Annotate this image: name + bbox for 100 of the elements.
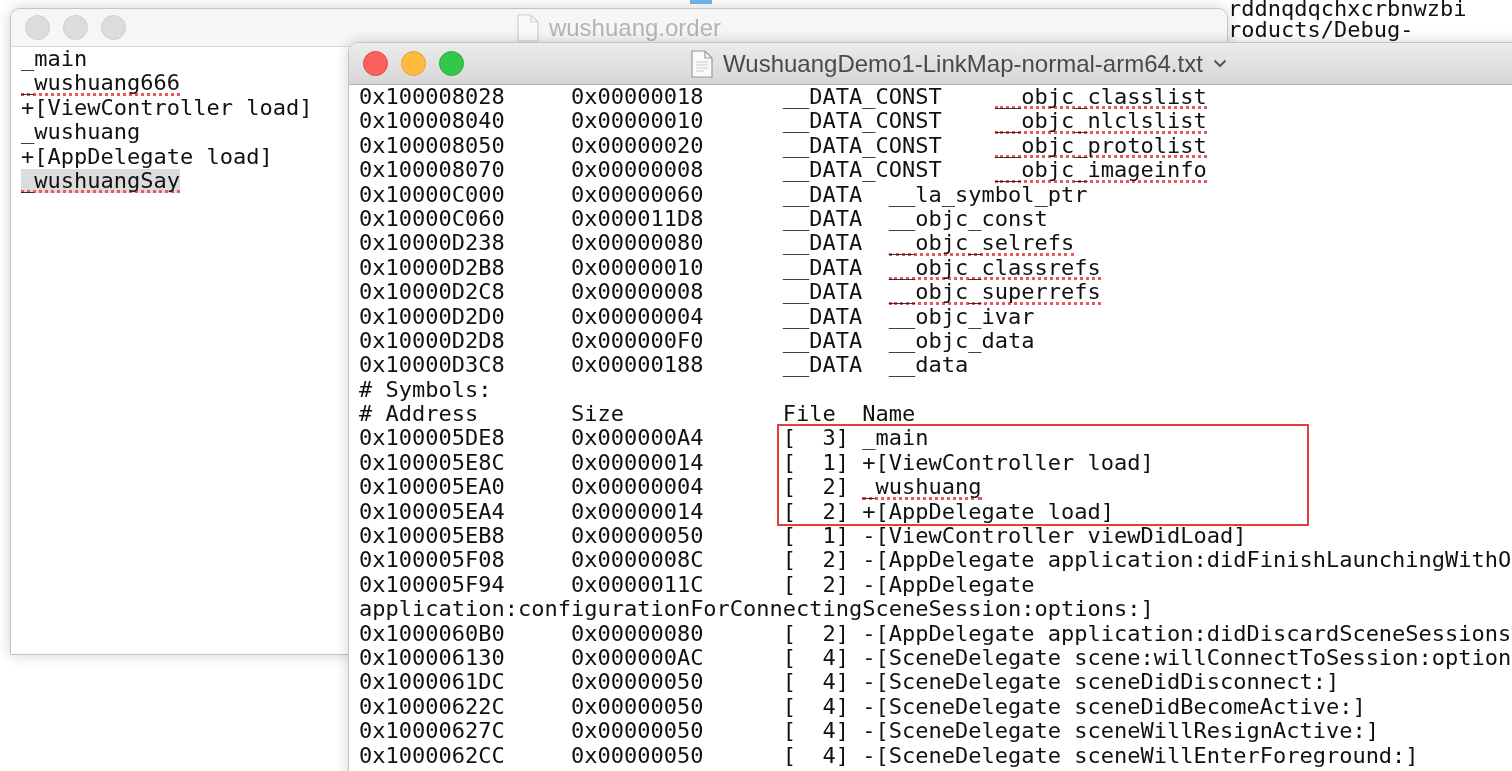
address-text: 0x100006130 (359, 646, 506, 671)
segment-text: __DATA (782, 255, 864, 281)
symbol-name-text: +[ViewController load] (862, 450, 1154, 476)
segment-text: __DATA_CONST (782, 158, 943, 183)
segment-text: __DATA_CONST (782, 109, 943, 134)
symbol-name-text: -[AppDelegate application:didFinishLaunchingWithO (862, 548, 1512, 573)
file-index-text: [ 4] (782, 646, 851, 671)
section-name-text: __objc_nlclslist (994, 109, 1207, 134)
address-text: 0x100005EA0 (359, 475, 506, 500)
order-line: _wushuang666 (21, 71, 180, 96)
size-text: 0x00000010 (570, 255, 705, 281)
segment-text: __DATA_CONST (782, 133, 943, 159)
symbol-name-text: _wushuang (862, 475, 982, 500)
order-line: _wushuang (21, 120, 141, 145)
window-title: WushuangDemo1-LinkMap-normal-arm64.txt (723, 49, 1203, 78)
file-index-text: [ 2] (782, 475, 851, 500)
address-text: 0x10000C000 (359, 182, 506, 207)
size-text: 0x00000010 (570, 109, 705, 134)
size-text: 0x00000050 (570, 670, 705, 695)
address-text: 0x100005EA4 (359, 499, 506, 525)
path-text: roducts/Debug- (1228, 19, 1414, 40)
section-name-text: __objc_classlist (994, 85, 1207, 110)
zoom-button[interactable] (439, 51, 464, 76)
symbol-name-text: +[AppDelegate load] (862, 499, 1114, 525)
symbol-name-text: -[SceneDelegate sceneWillResignActive:] (862, 719, 1379, 744)
window-title: wushuang.order (548, 13, 722, 42)
address-text: 0x10000622C (359, 694, 506, 720)
address-text: 0x10000D3C8 (359, 353, 506, 378)
section-name-text: __objc_selrefs (888, 231, 1075, 256)
column-header: File (782, 402, 837, 427)
address-text: 0x100008050 (359, 133, 506, 159)
segment-text: __DATA (782, 182, 863, 207)
zoom-button[interactable] (101, 15, 126, 40)
size-text: 0x00000050 (570, 524, 705, 549)
address-text: 0x100008070 (359, 158, 506, 183)
section-name-text: __objc_superrefs (888, 280, 1101, 305)
symbol-name-text: -[SceneDelegate scene:willConnectToSession:option (862, 646, 1512, 671)
address-text: 0x10000D2B8 (359, 255, 506, 281)
comment-text: # Symbols: (359, 377, 492, 403)
path-text: rddnqdqchxcrbnwzbi (1228, 0, 1467, 19)
section-name-text: __data (888, 353, 969, 378)
minimize-button[interactable] (401, 51, 426, 76)
address-text: 0x100005DE8 (359, 426, 506, 451)
size-text: 0x000011D8 (570, 206, 705, 232)
address-text: 0x1000060B0 (359, 621, 506, 646)
address-text: 0x100005E8C (359, 450, 506, 476)
size-text: 0x000000AC (570, 646, 705, 671)
chevron-down-icon[interactable] (1212, 59, 1227, 68)
address-text: 0x100005F94 (359, 572, 506, 598)
segment-text: __DATA (782, 280, 864, 305)
segment-text: __DATA (782, 328, 864, 354)
address-text: 0x1000061DC (359, 670, 506, 695)
file-index-text: [ 1] (782, 524, 851, 549)
column-header: # Address (359, 402, 480, 427)
minimize-button[interactable] (63, 15, 88, 40)
order-line: _main (21, 47, 88, 72)
section-name-text: __objc_data (888, 328, 1035, 354)
address-text: 0x10000C060 (359, 206, 506, 232)
size-text: 0x000000F0 (570, 328, 705, 354)
size-text: 0x00000080 (570, 621, 705, 646)
size-text: 0x00000050 (570, 743, 705, 768)
file-index-text: [ 4] (782, 694, 851, 720)
size-text: 0x00000014 (570, 499, 705, 525)
segment-text: __DATA_CONST (782, 85, 943, 110)
size-text: 0x00000008 (570, 280, 705, 305)
address-text: 0x10000D2C8 (359, 280, 506, 305)
size-text: 0x000000A4 (570, 426, 705, 451)
symbol-name-text: -[AppDelegate application:didDiscardSceneSessions (862, 621, 1512, 646)
section-name-text: __objc_imageinfo (994, 158, 1207, 183)
size-text: 0x00000188 (570, 353, 705, 378)
file-index-text: [ 3] (782, 426, 851, 451)
column-header: Name (862, 402, 916, 427)
size-text: 0x00000060 (570, 182, 705, 207)
size-text: 0x00000014 (570, 450, 705, 476)
address-text: 0x100005F08 (359, 548, 506, 573)
file-index-text: [ 1] (782, 450, 851, 476)
section-name-text: __la_symbol_ptr (888, 182, 1088, 207)
symbol-name-text: -[SceneDelegate sceneDidDisconnect:] (862, 670, 1340, 695)
address-text: 0x100005EB8 (359, 524, 506, 549)
size-text: 0x00000020 (570, 133, 705, 159)
address-text: 0x100008028 (359, 85, 506, 110)
size-text: 0x00000008 (570, 158, 705, 183)
file-index-text: [ 2] (782, 499, 851, 525)
symbol-name-text: _main (862, 426, 929, 451)
size-text: 0x00000050 (570, 719, 705, 744)
size-text: 0x00000050 (570, 694, 705, 720)
symbol-name-text: -[AppDelegate (862, 572, 1035, 598)
symbol-name-text: -[ViewController viewDidLoad] (862, 524, 1247, 549)
file-index-text: [ 2] (782, 621, 851, 646)
address-text: 0x100008040 (359, 109, 506, 134)
file-index-text: [ 2] (782, 572, 851, 598)
close-button[interactable] (363, 51, 388, 76)
address-text: 0x10000D2D0 (359, 304, 506, 329)
address-text: 0x10000627C (359, 719, 506, 744)
address-text: 0x10000D2D8 (359, 328, 506, 354)
segment-text: __DATA (782, 231, 864, 256)
section-name-text: __objc_const (888, 206, 1048, 232)
document-icon (691, 49, 714, 78)
segment-text: __DATA (782, 206, 864, 232)
size-text: 0x00000018 (570, 85, 705, 110)
